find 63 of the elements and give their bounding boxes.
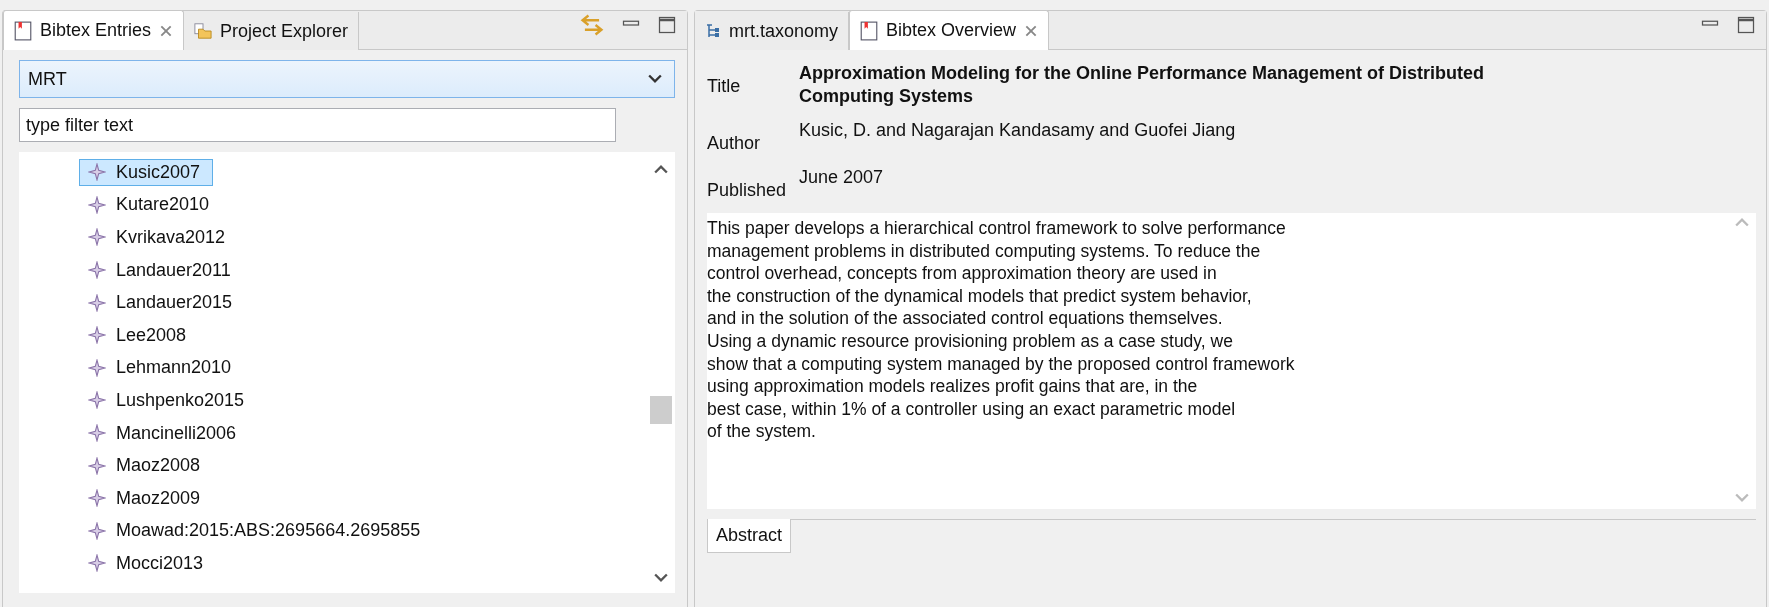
abstract-line: the construction of the dynamical models that predict system behavior,: [707, 284, 1253, 308]
entry-item[interactable]: Lushpenko2015: [79, 386, 258, 414]
book-icon: [860, 20, 879, 41]
maximize-icon[interactable]: [1736, 15, 1756, 35]
entry-item[interactable]: Moawad:2015:ABS:2695664.2695855: [79, 517, 434, 545]
library-dropdown[interactable]: MRT: [19, 60, 675, 98]
entry-item[interactable]: Landauer2015: [79, 289, 246, 317]
scroll-down-icon[interactable]: [654, 573, 668, 583]
sparkle-icon: [88, 261, 106, 280]
abstract-line: and in the solution of the associated control equations themselves.: [707, 307, 1224, 330]
sparkle-icon: [88, 358, 106, 377]
sparkle-icon: [88, 424, 106, 443]
entry-item[interactable]: Kvrikava2012: [79, 224, 239, 251]
page-tab[interactable]: Abstract: [707, 519, 792, 553]
abstract-line: Using a dynamic resource provisioning problem as a case study, we: [707, 329, 1234, 353]
entry-item[interactable]: Kusic2007: [79, 158, 214, 186]
close-icon[interactable]: [1024, 23, 1039, 38]
entry-item[interactable]: Kutare2010: [79, 191, 223, 219]
book-icon: [14, 20, 32, 41]
entry-item[interactable]: Maoz2008: [79, 452, 214, 480]
scroll-up-icon[interactable]: [654, 164, 668, 174]
chevron-down-icon: [648, 74, 662, 84]
sparkle-icon: [88, 521, 106, 540]
sparkle-icon: [88, 228, 106, 247]
abstract-line: best case, within 1% of a controller using an exact parametric model: [707, 397, 1237, 421]
filter-field[interactable]: type filter text: [19, 108, 616, 142]
abstract-line: management problems in distributed computing systems. To reduce the: [707, 239, 1262, 263]
entry-item[interactable]: Maoz2009: [79, 484, 214, 512]
field-label: Title: [707, 75, 742, 98]
entry-item[interactable]: Mancinelli2006: [79, 419, 250, 447]
entry-item[interactable]: Lehmann2010: [79, 354, 245, 382]
maximize-icon[interactable]: [657, 15, 677, 35]
field-value: Approximation Modeling for the Online Performance Management of Distributed Computing Systems: [799, 62, 1486, 107]
editor-tab[interactable]: mrt.taxonomy: [695, 12, 850, 50]
entry-item[interactable]: Mocci2013: [79, 549, 217, 577]
sync-arrows-icon[interactable]: [579, 13, 605, 37]
folder-icon: [194, 21, 213, 41]
scroll-thumb[interactable]: [650, 396, 672, 425]
sparkle-icon: [88, 293, 106, 312]
sparkle-icon: [88, 554, 106, 573]
field-label: Author: [707, 132, 762, 154]
sparkle-icon: [88, 195, 106, 214]
sparkle-icon: [88, 391, 106, 410]
field-label: Published: [707, 179, 788, 201]
sparkle-icon: [88, 489, 106, 508]
field-value: Kusic, D. and Nagarajan Kandasamy and Guofei Jiang: [799, 119, 1237, 142]
abstract-line: This paper develops a hierarchical control framework to solve performance: [707, 217, 1287, 240]
sparkle-icon: [88, 326, 106, 345]
close-icon[interactable]: [159, 23, 174, 38]
view-tab[interactable]: Bibtex Entries: [3, 10, 185, 50]
entry-item[interactable]: Lee2008: [79, 321, 200, 349]
abstract-text-area[interactable]: [707, 213, 1756, 509]
sparkle-icon: [88, 456, 106, 475]
tree-icon: [705, 23, 721, 39]
sparkle-icon: [88, 163, 106, 182]
editor-tab[interactable]: Bibtex Overview: [849, 10, 1050, 50]
abstract-line: of the system.: [707, 420, 817, 443]
entry-item[interactable]: Landauer2011: [79, 256, 244, 284]
abstract-line: show that a computing system managed by the proposed control framework: [707, 352, 1296, 376]
abstract-line: using approximation models realizes profit gains that are, in the: [707, 375, 1199, 398]
abstract-line: control overhead, concepts from approximation theory are used in: [707, 262, 1218, 285]
view-tab[interactable]: Project Explorer: [184, 12, 360, 50]
field-value: June 2007: [799, 166, 885, 189]
